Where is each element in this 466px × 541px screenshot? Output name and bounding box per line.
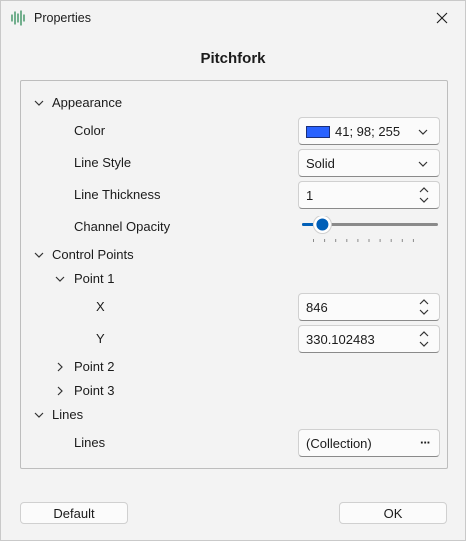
line-style-value: Solid (306, 156, 335, 171)
group-control-points-label[interactable]: Control Points (52, 247, 134, 262)
point3-label[interactable]: Point 3 (74, 383, 114, 398)
slider-tick (401, 239, 403, 242)
chevron-down-icon (418, 161, 428, 167)
spinner-up-down-icon[interactable] (418, 297, 430, 317)
property-grid: Appearance Color 41; 98; 255 Line Style … (20, 80, 448, 469)
spinner-up-down-icon[interactable] (418, 329, 430, 349)
line-style-dropdown[interactable]: Solid (298, 149, 440, 177)
x-value: 846 (306, 300, 328, 315)
point2-label[interactable]: Point 2 (74, 359, 114, 374)
color-value: 41; 98; 255 (335, 124, 401, 139)
chevron-down-icon[interactable] (54, 273, 66, 285)
color-dropdown[interactable]: 41; 98; 255 (298, 117, 440, 145)
slider-tick (368, 239, 370, 242)
dialog-heading: Pitchfork (200, 50, 266, 67)
chevron-down-icon[interactable] (33, 409, 45, 421)
line-style-label: Line Style (74, 155, 132, 170)
title-bar: Properties (1, 1, 465, 35)
color-label: Color (74, 123, 106, 138)
lines-label: Lines (74, 435, 106, 450)
lines-value: (Collection) (306, 436, 372, 451)
spinner-up-down-icon[interactable] (418, 185, 430, 205)
close-button[interactable] (419, 1, 465, 35)
close-icon (436, 12, 448, 24)
lines-collection-field[interactable]: (Collection) ··· (298, 429, 440, 457)
y-label: Y (96, 331, 105, 346)
slider-tick (313, 239, 314, 242)
ok-button[interactable]: OK (339, 502, 447, 524)
slider-tick (357, 239, 359, 242)
x-spinner[interactable]: 846 (298, 293, 440, 321)
y-spinner[interactable]: 330.102483 (298, 325, 440, 353)
x-label: X (96, 299, 105, 314)
ellipsis-button[interactable]: ··· (420, 435, 431, 450)
slider-tick (379, 239, 381, 242)
chevron-right-icon[interactable] (54, 361, 66, 373)
default-button[interactable]: Default (20, 502, 128, 524)
chevron-right-icon[interactable] (54, 385, 66, 397)
chevron-down-icon (418, 129, 428, 135)
y-value: 330.102483 (306, 332, 375, 347)
slider-tick (335, 239, 337, 242)
app-waveform-icon (11, 10, 25, 26)
window-title: Properties (34, 11, 91, 25)
color-swatch (306, 126, 330, 138)
channel-opacity-slider[interactable] (302, 216, 438, 246)
channel-opacity-label: Channel Opacity (74, 219, 171, 234)
group-appearance-label[interactable]: Appearance (52, 95, 122, 110)
line-thickness-value: 1 (306, 188, 314, 203)
slider-tick (324, 239, 326, 242)
line-thickness-spinner[interactable]: 1 (298, 181, 440, 209)
line-thickness-label: Line Thickness (74, 187, 161, 202)
point1-label[interactable]: Point 1 (74, 271, 114, 286)
chevron-down-icon[interactable] (33, 249, 45, 261)
slider-tick (390, 239, 392, 242)
slider-tick (412, 239, 414, 242)
group-lines-label[interactable]: Lines (52, 407, 83, 422)
properties-dialog: Properties Pitchfork Appearance Color 41… (0, 0, 466, 541)
slider-tick (346, 239, 348, 242)
chevron-down-icon[interactable] (33, 97, 45, 109)
